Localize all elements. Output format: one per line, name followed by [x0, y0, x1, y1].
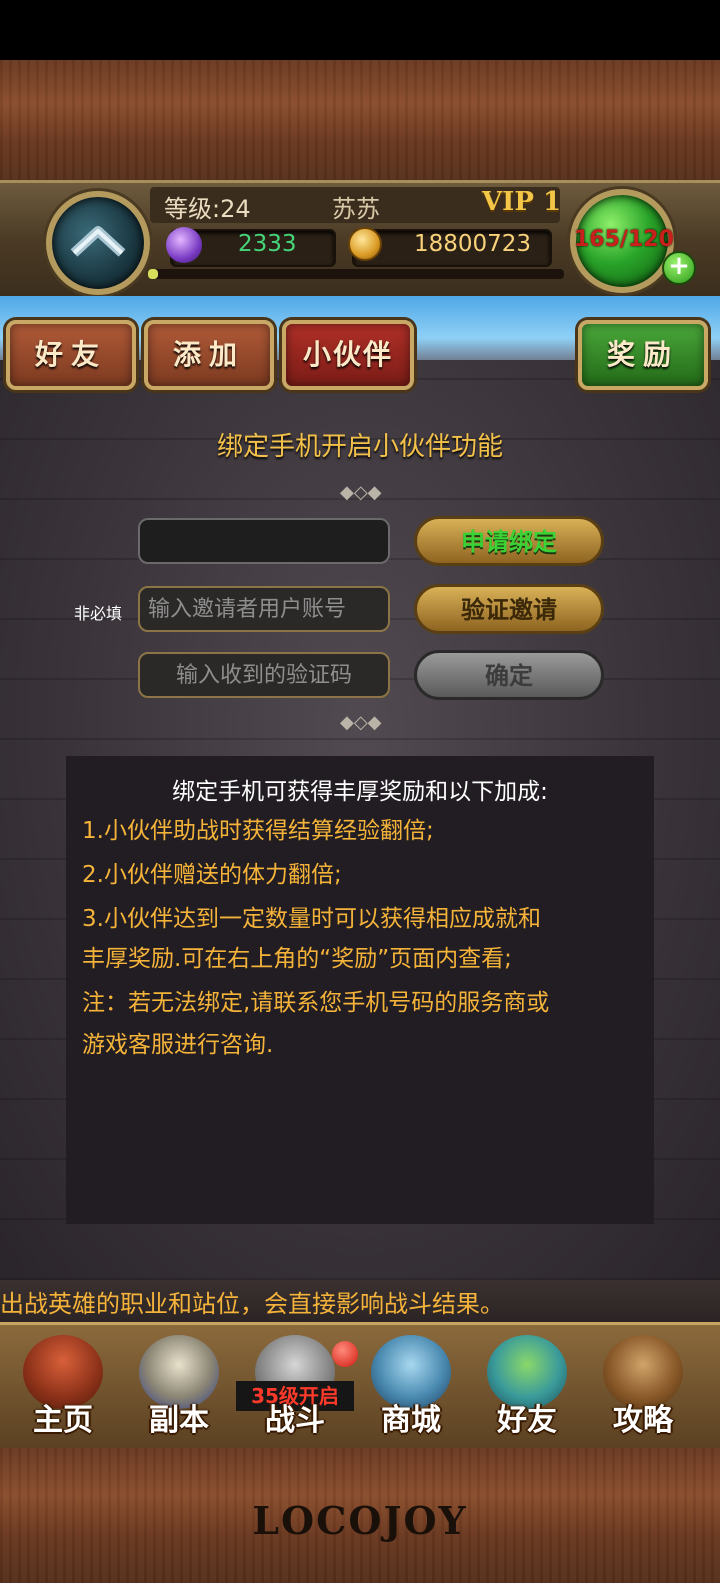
nav-battle-label: 战斗 — [265, 1403, 325, 1438]
ornament-divider-bottom: ◆◇◆ — [340, 712, 382, 733]
info-heading: 绑定手机可获得丰厚奖励和以下加成: — [172, 779, 548, 805]
coin-icon — [348, 227, 382, 261]
bind-title: 绑定手机开启小伙伴功能 — [216, 432, 503, 462]
nav-battle[interactable]: 35级开启 战斗 — [236, 1331, 358, 1443]
phone-input[interactable] — [138, 518, 390, 564]
exp-fill — [148, 269, 158, 279]
nav-friends[interactable]: 好友 — [474, 1331, 580, 1443]
tab-partners[interactable]: 小伙伴 — [282, 320, 414, 390]
inviter-account-input[interactable]: 输入邀请者用户账号 — [138, 586, 390, 632]
wood-background-top — [0, 60, 720, 185]
nav-dungeon[interactable]: 副本 — [126, 1331, 232, 1443]
level-text: 等级:24 — [164, 195, 251, 223]
info-line: 2.小伙伴赠送的体力翻倍; — [82, 862, 342, 888]
apply-bind-button[interactable]: 申请绑定 — [414, 516, 604, 566]
nav-friends-label: 好友 — [497, 1403, 557, 1438]
nav-shop-label: 商城 — [381, 1403, 441, 1438]
nav-guide-label: 攻略 — [613, 1403, 673, 1438]
ornament-divider-top: ◆◇◆ — [340, 482, 382, 503]
info-line: 丰厚奖励.可在右上角的“奖励”页面内查看; — [82, 946, 512, 972]
nav-home-label: 主页 — [33, 1403, 93, 1438]
chevron-up-icon — [70, 226, 126, 257]
nav-guide[interactable]: 攻略 — [590, 1331, 696, 1443]
rank-orb[interactable] — [46, 191, 150, 295]
tab-add[interactable]: 添加 — [144, 320, 274, 390]
confirm-button[interactable]: 确定 — [414, 650, 604, 700]
info-line: 游戏客服进行咨询. — [82, 1032, 274, 1058]
nav-shop[interactable]: 商城 — [358, 1331, 464, 1443]
tab-rewards[interactable]: 奖励 — [578, 320, 708, 390]
info-line: 1.小伙伴助战时获得结算经验翻倍; — [82, 818, 434, 844]
locojoy-logo: LOCOJOY — [252, 1498, 468, 1543]
verify-invite-button[interactable]: 验证邀请 — [414, 584, 604, 634]
coins-value: 18800723 — [414, 231, 532, 257]
player-name: 苏苏 — [332, 195, 380, 223]
tab-friends[interactable]: 好友 — [6, 320, 136, 390]
exp-bar — [148, 269, 564, 279]
info-line: 注：若无法绑定,请联系您手机号码的服务商或 — [82, 990, 550, 1016]
energy-value: 165/120 — [574, 227, 674, 252]
info-box: 绑定手机可获得丰厚奖励和以下加成: 1.小伙伴助战时获得结算经验翻倍; 2.小伙… — [66, 756, 654, 1224]
nav-dungeon-label: 副本 — [149, 1403, 209, 1438]
tips-ticker: 出战英雄的职业和站位，会直接影响战斗结果。 — [0, 1280, 720, 1322]
gems-value: 2333 — [238, 231, 297, 257]
notification-dot — [332, 1341, 358, 1367]
vip-badge: VIP 1 — [482, 187, 562, 217]
verification-code-input[interactable]: 输入收到的验证码 — [138, 652, 390, 698]
info-line: 3.小伙伴达到一定数量时可以获得相应成就和 — [82, 906, 541, 932]
bottom-nav: 主页 副本 35级开启 战斗 商城 好友 攻略 — [0, 1322, 720, 1454]
status-bar — [0, 0, 720, 60]
tips-ticker-text: 出战英雄的职业和站位，会直接影响战斗结果。 — [0, 1290, 504, 1318]
player-header: 等级:24 苏苏 VIP 1 2333 18800723 165/120 + — [0, 180, 720, 305]
add-energy-button[interactable]: + — [662, 251, 696, 285]
optional-label: 非必填 — [74, 604, 123, 623]
nav-home[interactable]: 主页 — [10, 1331, 116, 1443]
gem-icon — [166, 227, 202, 263]
